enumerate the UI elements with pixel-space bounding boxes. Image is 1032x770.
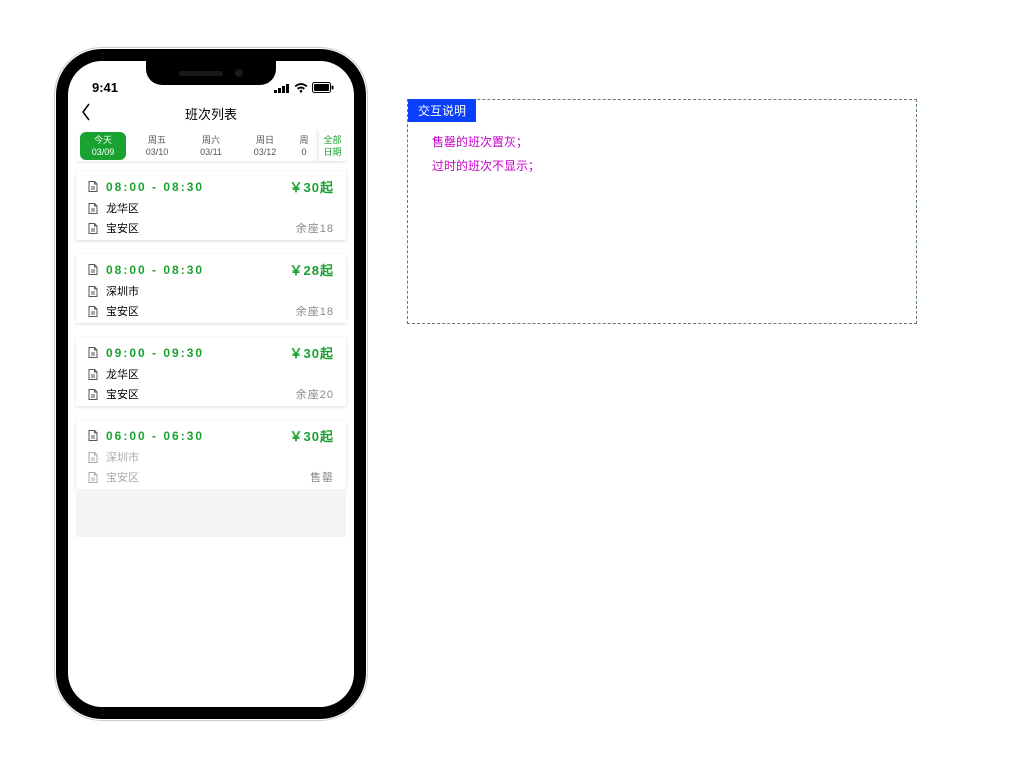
annotation-panel: 交互说明 售罄的班次置灰； 过时的班次不显示； bbox=[407, 99, 917, 324]
date-chip-label: 周日 bbox=[242, 134, 288, 146]
schedule-price: ￥30起 bbox=[290, 426, 334, 445]
date-chip-label: 周五 bbox=[134, 134, 180, 146]
date-chip-label: 今天 bbox=[80, 134, 126, 146]
schedule-destination: 宝安区 bbox=[106, 469, 310, 485]
status-time: 9:41 bbox=[92, 80, 118, 95]
schedule-origin: 龙华区 bbox=[106, 366, 334, 382]
schedule-seats: 售罄 bbox=[310, 469, 334, 485]
date-chip[interactable]: 周五 03/10 bbox=[134, 132, 180, 160]
all-dates-label-1: 全部 bbox=[323, 134, 341, 146]
schedule-time: 08:00 - 08:30 bbox=[106, 263, 290, 277]
document-icon bbox=[88, 181, 98, 192]
schedule-seats: 余座20 bbox=[296, 386, 334, 402]
annotation-header: 交互说明 bbox=[408, 99, 476, 122]
battery-icon bbox=[312, 82, 334, 93]
phone-screen: 9:41 班次列表 今天 03/09 bbox=[68, 61, 354, 707]
document-icon bbox=[88, 430, 98, 441]
schedule-price: ￥30起 bbox=[290, 343, 334, 362]
date-chip-date: 03/12 bbox=[242, 146, 288, 158]
schedule-list: 08:00 - 08:30 ￥30起 龙华区 宝安区 余座18 bbox=[76, 171, 346, 489]
schedule-time: 06:00 - 06:30 bbox=[106, 429, 290, 443]
list-background bbox=[76, 489, 346, 537]
back-button[interactable] bbox=[80, 102, 92, 125]
date-chip-date: 03/11 bbox=[188, 146, 234, 158]
schedule-card[interactable]: 09:00 - 09:30 ￥30起 龙华区 宝安区 余座20 bbox=[76, 337, 346, 406]
nav-bar: 班次列表 bbox=[68, 99, 354, 127]
page-title: 班次列表 bbox=[68, 104, 354, 123]
chevron-left-icon bbox=[80, 102, 92, 122]
schedule-card[interactable]: 08:00 - 08:30 ￥30起 龙华区 宝安区 余座18 bbox=[76, 171, 346, 240]
date-chip[interactable]: 周日 03/12 bbox=[242, 132, 288, 160]
schedule-destination: 宝安区 bbox=[106, 386, 296, 402]
schedule-time: 09:00 - 09:30 bbox=[106, 346, 290, 360]
schedule-origin: 深圳市 bbox=[106, 283, 334, 299]
date-chip-date: 03/10 bbox=[134, 146, 180, 158]
signal-icon bbox=[274, 83, 290, 93]
date-chip-label: 周六 bbox=[188, 134, 234, 146]
document-icon bbox=[88, 223, 98, 234]
date-chip-date: 0 bbox=[296, 146, 312, 158]
schedule-origin: 龙华区 bbox=[106, 200, 334, 216]
annotation-body: 售罄的班次置灰； 过时的班次不显示； bbox=[408, 100, 916, 208]
annotation-line: 过时的班次不显示； bbox=[432, 154, 892, 178]
document-icon bbox=[88, 306, 98, 317]
schedule-time: 08:00 - 08:30 bbox=[106, 180, 290, 194]
wifi-icon bbox=[294, 83, 308, 93]
date-chip-label: 周 bbox=[296, 134, 312, 146]
schedule-price: ￥30起 bbox=[290, 177, 334, 196]
document-icon bbox=[88, 264, 98, 275]
phone-frame: 9:41 班次列表 今天 03/09 bbox=[56, 49, 366, 719]
all-dates-label-2: 日期 bbox=[323, 146, 341, 158]
document-icon bbox=[88, 347, 98, 358]
schedule-destination: 宝安区 bbox=[106, 303, 296, 319]
document-icon bbox=[88, 389, 98, 400]
document-icon bbox=[88, 203, 98, 214]
schedule-price: ￥28起 bbox=[290, 260, 334, 279]
document-icon bbox=[88, 286, 98, 297]
phone-notch bbox=[146, 61, 276, 85]
schedule-origin: 深圳市 bbox=[106, 449, 334, 465]
document-icon bbox=[88, 369, 98, 380]
status-indicators bbox=[274, 82, 334, 95]
date-chip-date: 03/09 bbox=[80, 146, 126, 158]
date-chip[interactable]: 周 0 bbox=[296, 132, 312, 160]
annotation-line: 售罄的班次置灰； bbox=[432, 130, 892, 154]
date-chip[interactable]: 周六 03/11 bbox=[188, 132, 234, 160]
schedule-seats: 余座18 bbox=[296, 220, 334, 236]
all-dates-button[interactable]: 全部 日期 bbox=[318, 131, 346, 161]
document-icon bbox=[88, 472, 98, 483]
schedule-card-soldout[interactable]: 06:00 - 06:30 ￥30起 深圳市 宝安区 售罄 bbox=[76, 420, 346, 489]
schedule-card[interactable]: 08:00 - 08:30 ￥28起 深圳市 宝安区 余座18 bbox=[76, 254, 346, 323]
schedule-seats: 余座18 bbox=[296, 303, 334, 319]
date-selector: 今天 03/09 周五 03/10 周六 03/11 周日 03/12 周 bbox=[76, 131, 346, 161]
schedule-destination: 宝安区 bbox=[106, 220, 296, 236]
date-chip-today[interactable]: 今天 03/09 bbox=[80, 132, 126, 160]
document-icon bbox=[88, 452, 98, 463]
